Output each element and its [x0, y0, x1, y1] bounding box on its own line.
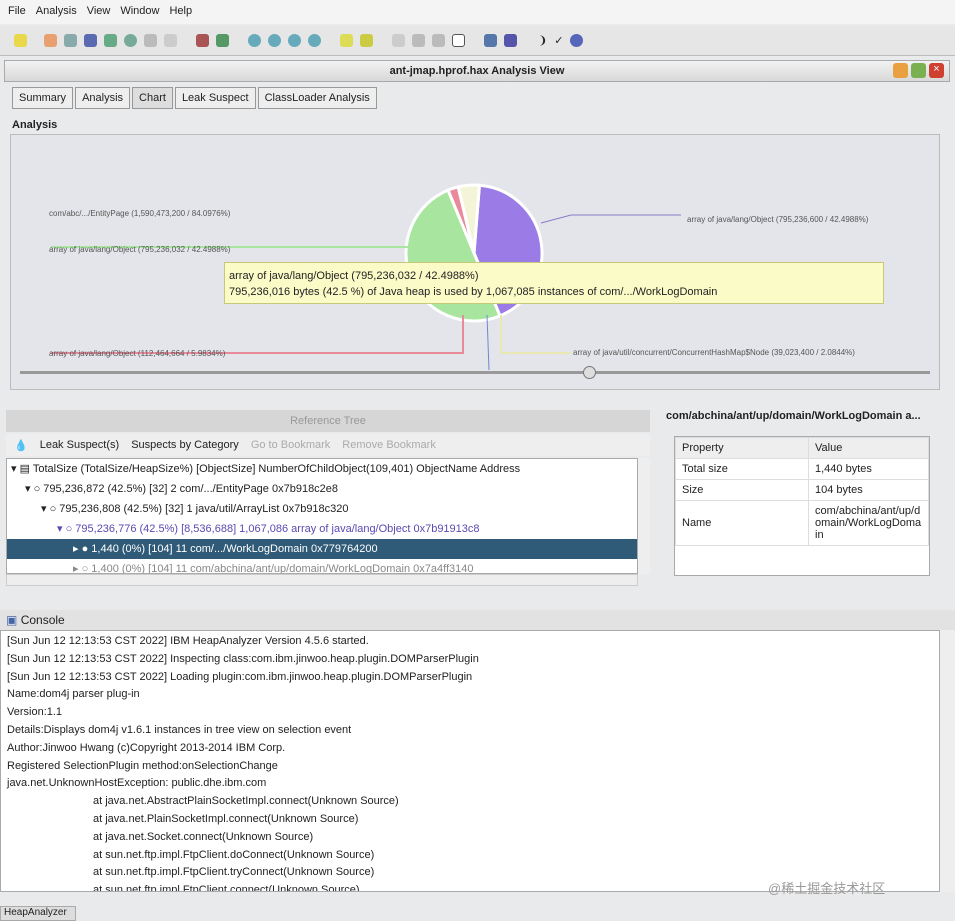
tool-icon[interactable]: [288, 34, 301, 47]
tree-row[interactable]: ▾ ▤ TotalSize (TotalSize/HeapSize%) [Obj…: [7, 459, 637, 479]
leader-line: [51, 315, 464, 354]
chart-slider-track[interactable]: [20, 371, 930, 374]
maximize-button[interactable]: [911, 63, 926, 78]
minimize-button[interactable]: [893, 63, 908, 78]
tab-summary[interactable]: Summary: [12, 87, 74, 109]
tool-icon[interactable]: [216, 34, 229, 47]
suspects-by-category-button[interactable]: Suspects by Category: [131, 439, 239, 451]
close-button[interactable]: ×: [929, 63, 944, 78]
tab-analysis[interactable]: Analysis: [75, 87, 131, 109]
tool-icon[interactable]: [196, 34, 209, 47]
reference-tree: ▾ ▤ TotalSize (TotalSize/HeapSize%) [Obj…: [6, 458, 638, 574]
console-icon: ▣: [6, 613, 18, 627]
column-header[interactable]: Property: [675, 437, 809, 459]
reference-tree-title: Reference Tree: [6, 410, 650, 432]
menu-window[interactable]: Window: [120, 5, 159, 19]
slice-label: array of java/lang/Object (112,464,664 /…: [49, 349, 226, 358]
open-icon[interactable]: [14, 34, 27, 47]
column-header[interactable]: Value: [808, 437, 929, 459]
tooltip-body: 795,236,016 bytes (42.5 %) of Java heap …: [229, 286, 718, 298]
tool-icon[interactable]: [308, 34, 321, 47]
tab-bar: Summary Analysis Chart Leak Suspect Clas…: [12, 87, 377, 109]
property-name: Total size: [675, 458, 809, 480]
properties-title: com/abchina/ant/up/domain/WorkLogDomain …: [666, 410, 921, 422]
menu-analysis[interactable]: Analysis: [36, 5, 77, 19]
tool-icon[interactable]: [144, 34, 157, 47]
leak-suspects-button[interactable]: Leak Suspect(s): [40, 439, 119, 451]
toolbar: ❩ ✓: [0, 26, 955, 56]
tree-horizontal-scrollbar[interactable]: [6, 574, 638, 586]
menu-bar: File Analysis View Window Help: [0, 0, 955, 24]
tree-vertical-scrollbar[interactable]: [638, 458, 650, 574]
status-tab[interactable]: HeapAnalyzer: [0, 906, 76, 921]
check-icon[interactable]: ✓: [554, 34, 563, 47]
tooltip-title: array of java/lang/Object (795,236,032 /…: [229, 270, 479, 282]
property-value: com/abchina/ant/up/domain/WorkLogDomain: [808, 500, 929, 546]
tool-icon[interactable]: [248, 34, 261, 47]
tree-row-selected[interactable]: ▸ ● 1,440 (0%) [104] 11 com/.../WorkLogD…: [7, 539, 637, 559]
drop-icon: 💧: [14, 439, 28, 452]
tool-icon[interactable]: [268, 34, 281, 47]
tab-classloader-analysis[interactable]: ClassLoader Analysis: [257, 87, 377, 109]
console-scrollbar[interactable]: [940, 630, 955, 892]
tool-icon[interactable]: [484, 34, 497, 47]
chart-slider-thumb[interactable]: [583, 366, 596, 379]
property-value: 104 bytes: [808, 479, 929, 501]
tool-icon[interactable]: [504, 34, 517, 47]
console-header: ▣ Console: [0, 610, 955, 630]
remove-bookmark-button[interactable]: Remove Bookmark: [342, 439, 436, 451]
leader-line: [486, 314, 490, 371]
tree-toolbar: 💧 Leak Suspect(s) Suspects by Category G…: [6, 434, 650, 456]
help-icon[interactable]: [570, 34, 584, 47]
slice-label: array of java/lang/Object (795,236,600 /…: [687, 215, 869, 224]
tool-icon[interactable]: [64, 34, 77, 47]
tree-row[interactable]: ▸ ○ 1,400 (0%) [104] 11 com/abchina/ant/…: [7, 559, 637, 573]
tool-icon[interactable]: [84, 34, 97, 47]
watermark: @稀土掘金技术社区: [768, 881, 886, 896]
window-title: ant-jmap.hprof.hax Analysis View: [4, 60, 950, 82]
moon-icon[interactable]: ❩: [538, 34, 547, 47]
tool-icon[interactable]: [432, 34, 445, 47]
menu-help[interactable]: Help: [169, 5, 192, 19]
console-title: Console: [20, 613, 65, 627]
slice-label: com/abc/.../EntityPage (1,590,473,200 / …: [49, 209, 231, 218]
property-name: Size: [675, 479, 809, 501]
menu-file[interactable]: File: [8, 5, 26, 19]
tree-row[interactable]: ▾ ○ 795,236,872 (42.5%) [32] 2 com/.../E…: [7, 479, 637, 499]
tool-icon[interactable]: [340, 34, 353, 47]
leader-line: [540, 214, 681, 224]
property-value: 1,440 bytes: [808, 458, 929, 480]
tool-icon[interactable]: [164, 34, 177, 47]
console-output[interactable]: [Sun Jun 12 12:13:53 CST 2022] IBM HeapA…: [0, 630, 940, 892]
tool-icon[interactable]: [392, 34, 405, 47]
tab-leak-suspect[interactable]: Leak Suspect: [174, 87, 256, 109]
tool-icon[interactable]: [44, 34, 57, 47]
tool-icon[interactable]: [124, 34, 137, 47]
slice-label: array of java/util/concurrent/Concurrent…: [573, 348, 855, 357]
property-name: Name: [675, 500, 809, 546]
leader-line: [500, 315, 571, 354]
tool-icon[interactable]: [412, 34, 425, 47]
tree-row[interactable]: ▾ ○ 795,236,776 (42.5%) [8,536,688] 1,06…: [7, 519, 637, 539]
tab-chart[interactable]: Chart: [132, 87, 173, 109]
slice-label: array of java/lang/Object (795,236,032 /…: [49, 245, 231, 254]
tool-icon[interactable]: [104, 34, 117, 47]
properties-table: Property Value Total size 1,440 bytes Size…: [674, 436, 930, 576]
go-to-bookmark-button[interactable]: Go to Bookmark: [251, 439, 330, 451]
tool-icon[interactable]: [360, 34, 373, 47]
section-label: Analysis: [12, 119, 58, 131]
tree-row[interactable]: ▾ ○ 795,236,808 (42.5%) [32] 1 java/util…: [7, 499, 637, 519]
menu-view[interactable]: View: [87, 5, 111, 19]
monitor-icon[interactable]: [452, 34, 465, 47]
chart-tooltip: array of java/lang/Object (795,236,032 /…: [224, 262, 884, 304]
